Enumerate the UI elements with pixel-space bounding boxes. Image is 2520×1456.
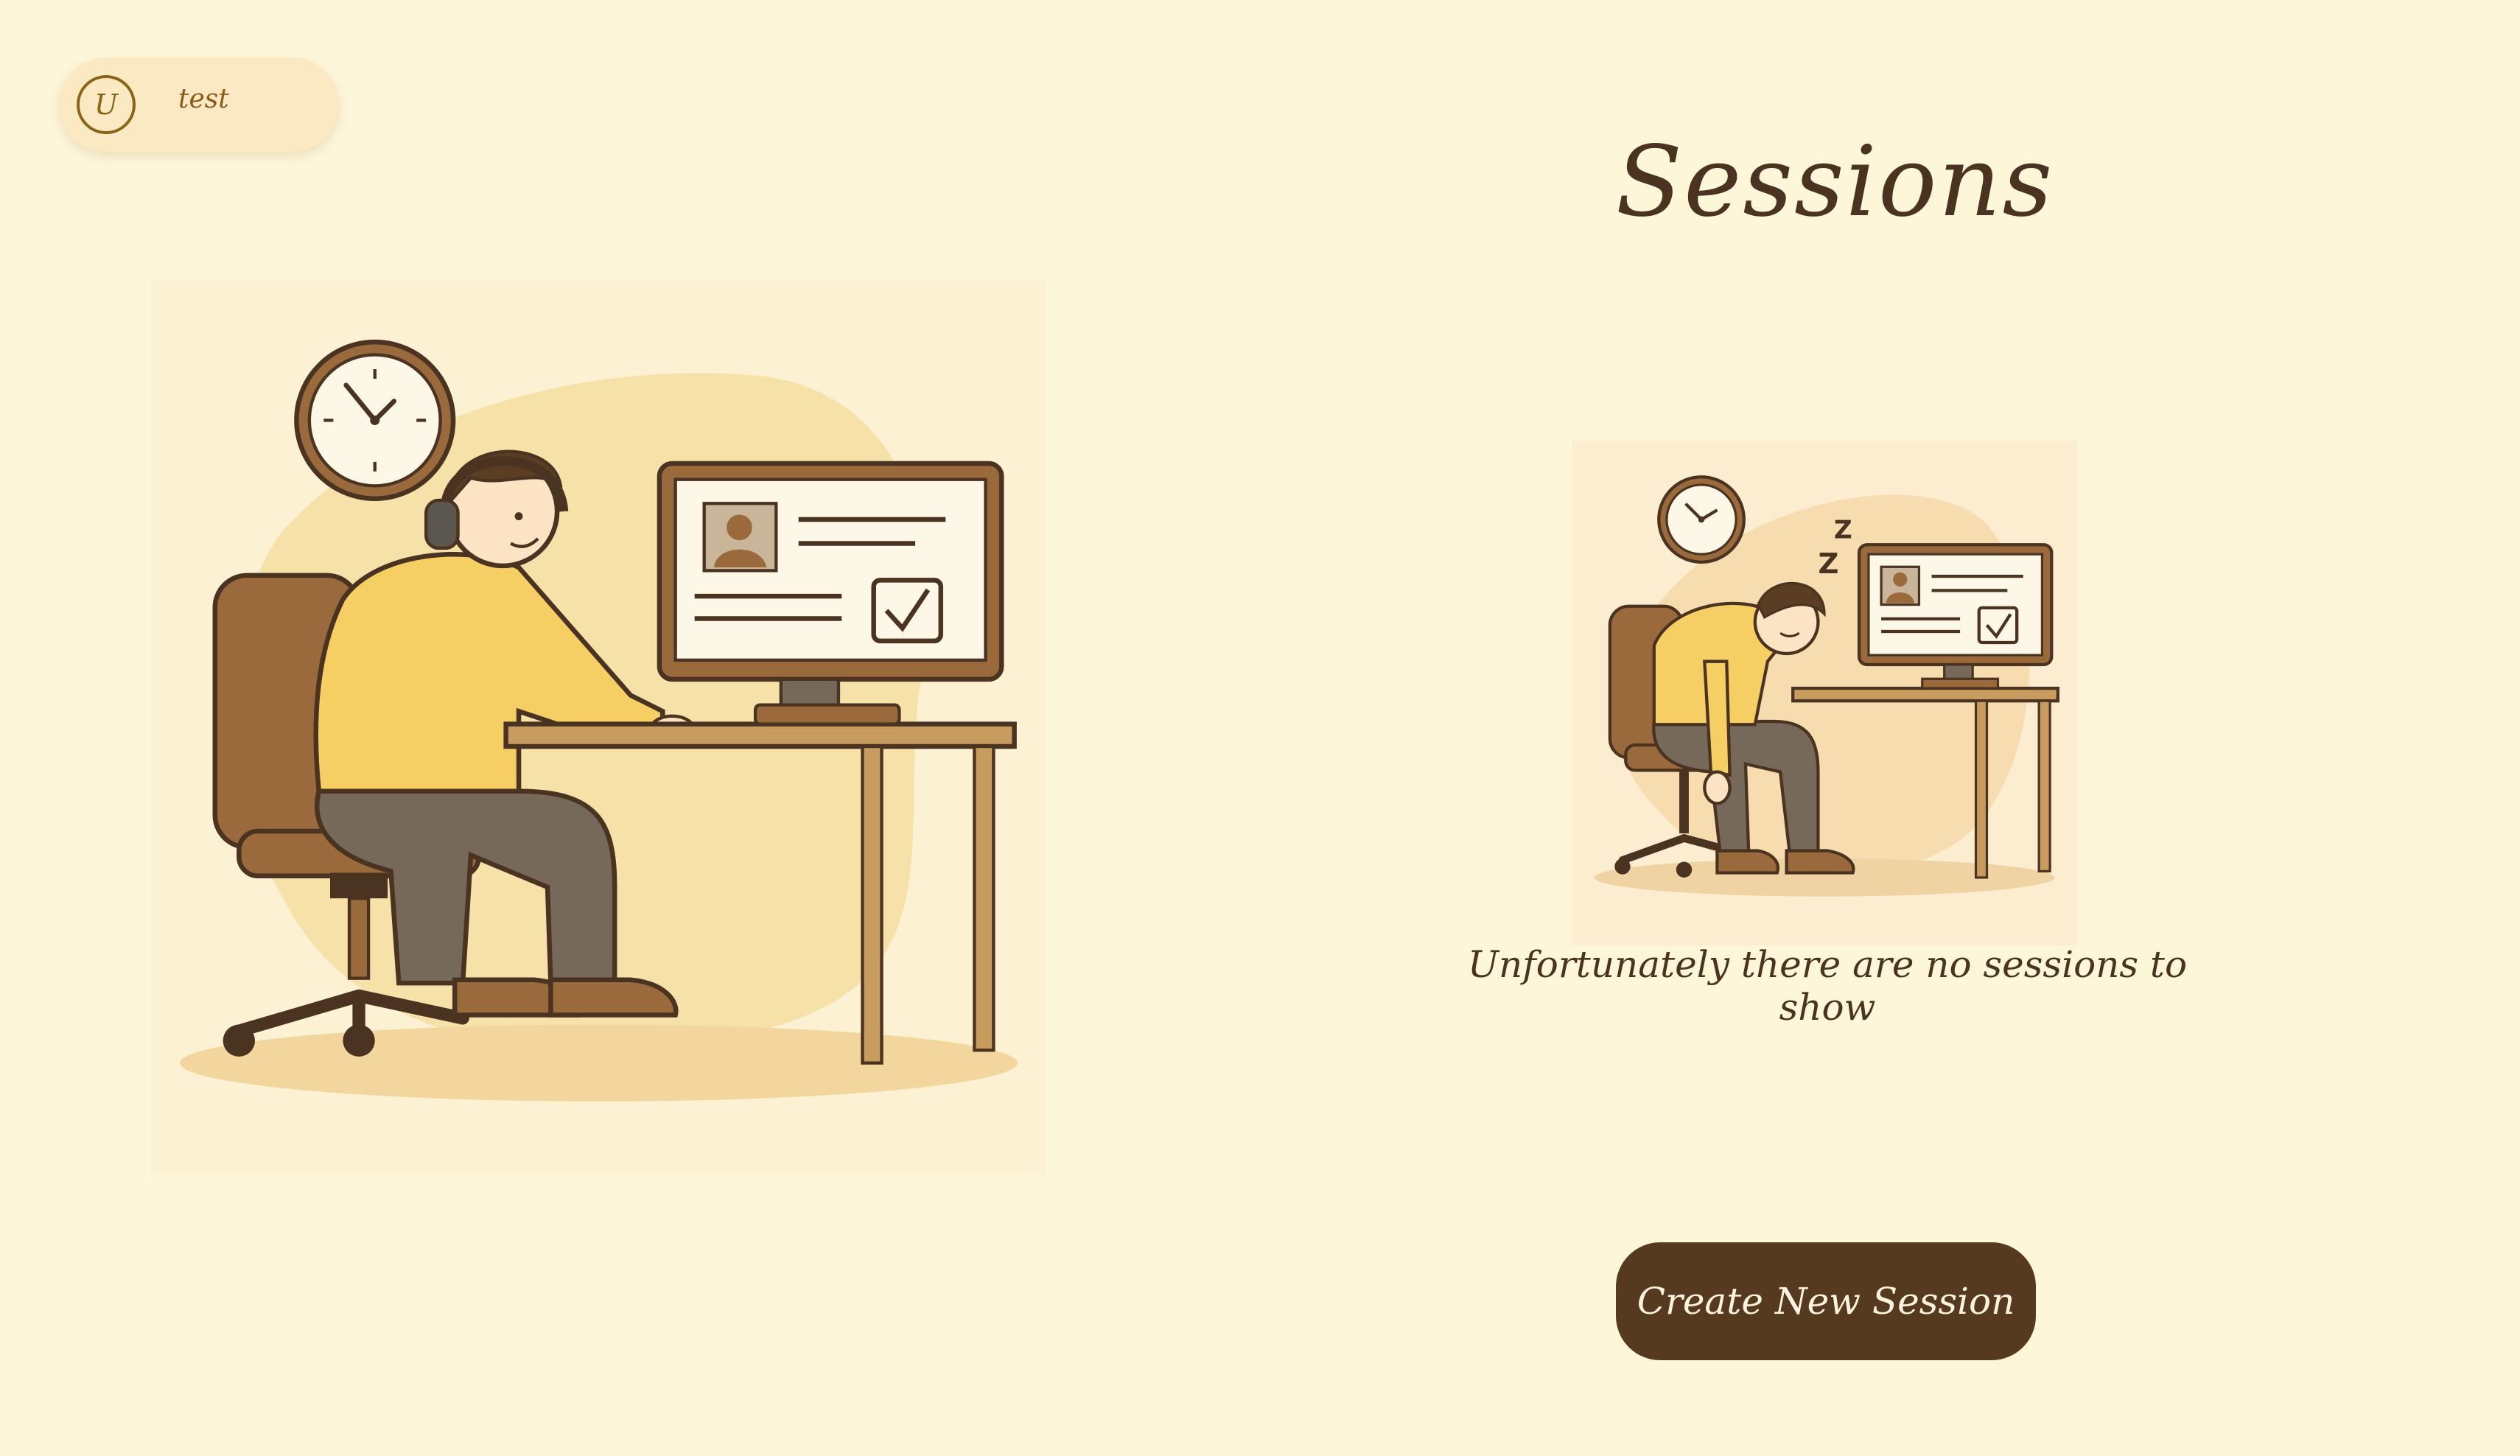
page-title: Sessions bbox=[1615, 125, 2054, 239]
person-at-computer-illustration bbox=[151, 279, 1046, 1175]
avatar: U bbox=[77, 75, 136, 134]
svg-text:Z: Z bbox=[1818, 547, 1838, 581]
clock-icon bbox=[294, 339, 456, 501]
create-new-session-button[interactable]: Create New Session bbox=[1616, 1242, 2036, 1360]
sleeping-person-at-computer-illustration: Z Z bbox=[1572, 441, 2077, 945]
empty-state-message: Unfortunately there are no sessions to s… bbox=[1467, 943, 2188, 1029]
user-chip[interactable]: U test bbox=[59, 57, 339, 152]
username-label: test bbox=[178, 84, 229, 114]
svg-text:Z: Z bbox=[1834, 516, 1852, 545]
